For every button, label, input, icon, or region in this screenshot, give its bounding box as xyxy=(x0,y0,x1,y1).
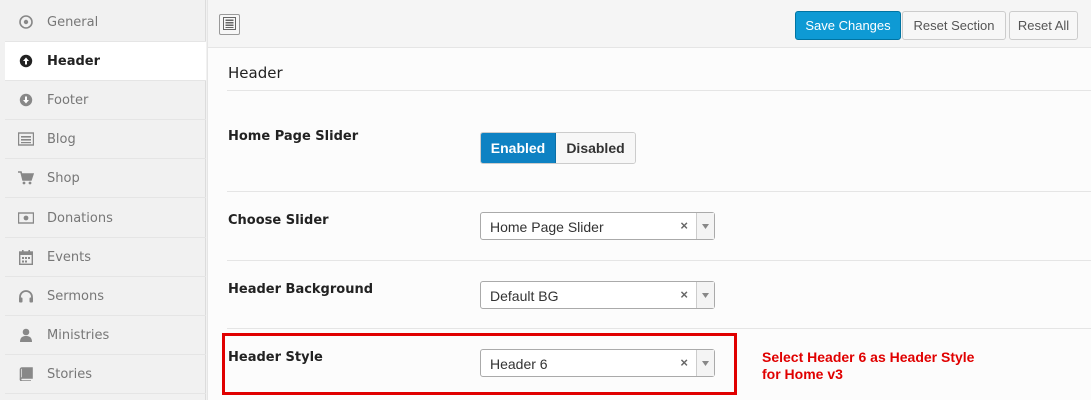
sidebar-item-label: Shop xyxy=(47,170,80,186)
clear-icon[interactable]: × xyxy=(680,287,688,302)
sidebar-item-blog[interactable]: Blog xyxy=(5,120,206,159)
sidebar-item-ministries[interactable]: Ministries xyxy=(5,316,206,355)
header-background-label: Header Background xyxy=(228,282,374,297)
divider xyxy=(227,260,1091,261)
sidebar-item-label: Ministries xyxy=(47,327,110,343)
header-background-select[interactable]: Default BG × xyxy=(480,281,715,309)
section-title: Header xyxy=(228,64,283,82)
expand-options-button[interactable] xyxy=(219,14,240,35)
list-icon xyxy=(18,131,34,147)
annotation-note: Select Header 6 as Header Style for Home… xyxy=(762,349,974,383)
divider xyxy=(227,191,1091,192)
choose-slider-select[interactable]: Home Page Slider × xyxy=(480,212,715,240)
sidebar-item-general[interactable]: General xyxy=(5,3,206,42)
sidebar-item-shop[interactable]: Shop xyxy=(5,159,206,198)
disabled-option[interactable]: Disabled xyxy=(556,133,635,163)
headphones-icon xyxy=(18,288,34,304)
expand-icon xyxy=(223,15,236,34)
divider xyxy=(227,90,1091,91)
sidebar-item-events[interactable]: Events xyxy=(5,238,206,277)
arrow-down-circle-icon xyxy=(18,92,34,108)
reset-all-button[interactable]: Reset All xyxy=(1009,11,1078,40)
home-page-slider-toggle: Enabled Disabled xyxy=(480,132,636,164)
choose-slider-value: Home Page Slider xyxy=(490,219,604,235)
cart-icon xyxy=(18,170,34,186)
sidebar-item-label: General xyxy=(47,14,99,30)
divider xyxy=(227,328,1091,329)
sidebar-item-label: Footer xyxy=(47,92,89,108)
sidebar-item-footer[interactable]: Footer xyxy=(5,81,206,120)
sidebar-item-label: Stories xyxy=(47,366,93,382)
highlight-box xyxy=(222,333,737,395)
money-icon xyxy=(18,210,34,226)
sidebar-item-label: Sermons xyxy=(47,288,104,304)
calendar-icon xyxy=(18,249,34,265)
annotation-line-1: Select Header 6 as Header Style xyxy=(762,349,975,365)
sidebar-item-label: Header xyxy=(47,53,101,69)
sidebar-item-label: Blog xyxy=(47,131,76,147)
clear-icon[interactable]: × xyxy=(680,218,688,233)
user-icon xyxy=(18,327,34,343)
sidebar-item-stories[interactable]: Stories xyxy=(5,355,206,394)
sidebar-item-header[interactable]: Header xyxy=(5,42,206,81)
reset-section-button[interactable]: Reset Section xyxy=(902,11,1006,40)
chevron-down-icon[interactable] xyxy=(696,282,714,308)
sidebar-item-label: Donations xyxy=(47,210,113,226)
options-panel: General Header Footer Blog Shop Donation… xyxy=(0,0,1091,400)
sidebar-item-label: Events xyxy=(47,249,92,265)
sidebar-item-donations[interactable]: Donations xyxy=(5,199,206,238)
choose-slider-label: Choose Slider xyxy=(228,213,329,228)
sidebar: General Header Footer Blog Shop Donation… xyxy=(0,0,206,400)
header-background-value: Default BG xyxy=(490,288,559,304)
toolbar: Save Changes Reset Section Reset All xyxy=(208,0,1091,48)
enabled-option[interactable]: Enabled xyxy=(481,133,556,163)
save-changes-button[interactable]: Save Changes xyxy=(795,11,901,40)
sidebar-item-sermons[interactable]: Sermons xyxy=(5,277,206,316)
annotation-line-2: for Home v3 xyxy=(762,366,843,382)
target-icon xyxy=(18,14,34,30)
arrow-up-circle-icon xyxy=(18,53,34,69)
chevron-down-icon[interactable] xyxy=(696,213,714,239)
book-icon xyxy=(18,366,34,382)
home-page-slider-label: Home Page Slider xyxy=(228,129,359,144)
